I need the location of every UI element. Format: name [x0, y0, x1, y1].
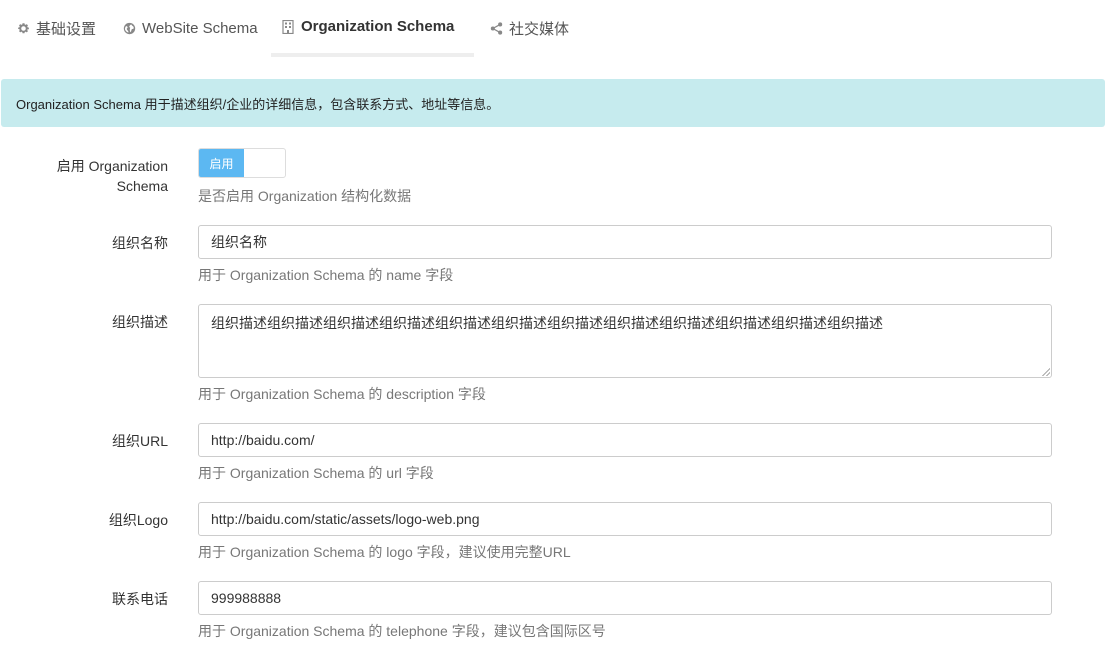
notice-text: Organization Schema 用于描述组织/企业的详细信息，包含联系方…	[16, 96, 500, 112]
telephone-input[interactable]: 999988888	[198, 581, 1052, 615]
tab-organization-schema[interactable]: Organization Schema	[271, 0, 474, 57]
tab-basic-settings[interactable]: 基础设置	[6, 0, 106, 57]
telephone-help: 用于 Organization Schema 的 telephone 字段，建议…	[198, 623, 606, 639]
share-icon	[489, 22, 503, 36]
tab-label: WebSite Schema	[142, 20, 258, 37]
telephone-input-value: 999988888	[211, 590, 282, 606]
tab-label: 社交媒体	[509, 21, 570, 38]
url-input[interactable]: http://baidu.com/	[198, 423, 1052, 457]
building-icon	[281, 19, 295, 34]
resize-handle[interactable]	[1042, 368, 1050, 376]
logo-input-value: http://baidu.com/static/assets/logo-web.…	[211, 511, 480, 527]
tab-label: Organization Schema	[301, 18, 455, 35]
tab-label: 基础设置	[36, 21, 97, 38]
toggle-on-label: 启用	[199, 149, 244, 177]
gear-icon	[16, 22, 30, 36]
description-help: 用于 Organization Schema 的 description 字段	[198, 386, 486, 402]
description-textarea[interactable]: 组织描述组织描述组织描述组织描述组织描述组织描述组织描述组织描述组织描述组织描述…	[198, 304, 1052, 378]
url-label: 组织URL	[111, 433, 168, 449]
description-label: 组织描述	[112, 314, 168, 330]
logo-label: 组织Logo	[108, 512, 168, 528]
url-input-value: http://baidu.com/	[211, 432, 315, 448]
tab-website-schema[interactable]: WebSite Schema	[112, 0, 268, 57]
globe-icon	[122, 22, 136, 36]
enable-label-line2: Schema	[116, 178, 168, 194]
enable-label: 启用 Organization Schema	[57, 156, 168, 196]
name-label: 组织名称	[112, 235, 168, 251]
logo-input[interactable]: http://baidu.com/static/assets/logo-web.…	[198, 502, 1052, 536]
name-input[interactable]: 组织名称	[198, 225, 1052, 259]
enable-label-line1: 启用 Organization	[56, 158, 168, 174]
enable-help: 是否启用 Organization 结构化数据	[198, 188, 412, 204]
telephone-label: 联系电话	[112, 591, 168, 607]
url-help: 用于 Organization Schema 的 url 字段	[198, 465, 434, 481]
tab-social-media[interactable]: 社交媒体	[479, 0, 579, 57]
description-value: 组织描述组织描述组织描述组织描述组织描述组织描述组织描述组织描述组织描述组织描述…	[211, 315, 883, 331]
name-help: 用于 Organization Schema 的 name 字段	[198, 267, 454, 283]
logo-help: 用于 Organization Schema 的 logo 字段，建议使用完整U…	[198, 544, 571, 560]
name-input-value: 组织名称	[211, 234, 267, 250]
info-notice: Organization Schema 用于描述组织/企业的详细信息，包含联系方…	[1, 79, 1105, 127]
enable-toggle[interactable]: 启用	[198, 148, 286, 178]
tab-bar: 基础设置 WebSite Schema Organization Schema …	[0, 0, 1105, 58]
